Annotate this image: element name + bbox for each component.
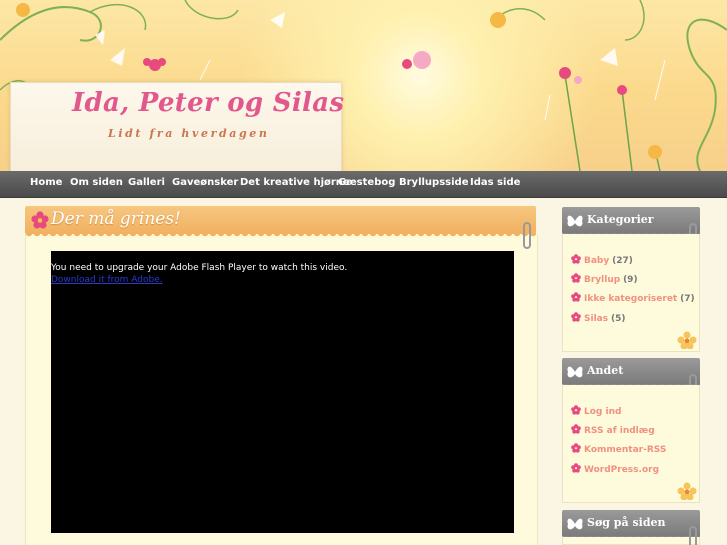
category-link[interactable]: Ikke kategoriseret xyxy=(584,294,677,304)
category-count: (5) xyxy=(610,314,626,324)
nav-item-gaveonsker[interactable]: Gaveønsker xyxy=(172,177,238,188)
flower-bullet-icon xyxy=(571,405,581,415)
flower-bullet-icon xyxy=(571,424,581,434)
daisy-icon xyxy=(677,482,697,500)
flower-bullet-icon xyxy=(571,273,581,283)
site-title[interactable]: Ida, Peter og Silas xyxy=(72,88,344,118)
category-count: (27) xyxy=(612,256,633,266)
site-header: Ida, Peter og Silas Lidt fra hverdagen xyxy=(0,0,727,171)
meta-link-login[interactable]: Log ind xyxy=(584,407,621,417)
download-flash-link[interactable]: Download it from Adobe. xyxy=(51,275,163,285)
meta-link-rss-posts[interactable]: RSS af indlæg xyxy=(584,426,655,436)
nav-item-bryllupsside[interactable]: Bryllupsside xyxy=(399,177,468,188)
nav-item-om-siden[interactable]: Om siden xyxy=(70,177,123,188)
widget-title-search: Søg på siden xyxy=(587,516,666,529)
list-item[interactable]: Log ind xyxy=(571,405,621,419)
meta-link-wordpress[interactable]: WordPress.org xyxy=(584,465,659,475)
list-item[interactable]: WordPress.org xyxy=(571,463,659,477)
category-count: (7) xyxy=(680,294,695,304)
nav-item-idas-side[interactable]: Idas side xyxy=(470,177,520,188)
butterfly-icon xyxy=(567,366,583,378)
flower-icon xyxy=(31,211,49,229)
paperclip-icon xyxy=(689,526,697,545)
nav-item-gaestebog[interactable]: Gæstebog xyxy=(338,177,395,188)
list-item[interactable]: Silas (5) xyxy=(571,312,625,326)
nav-item-det-kreative-hjorne[interactable]: Det kreative hjørne xyxy=(240,177,350,188)
widget-title-categories: Kategorier xyxy=(587,213,654,226)
widget-body-other: Log ind RSS af indlæg Kommentar-RSS Word… xyxy=(562,385,700,503)
flash-video-player[interactable]: You need to upgrade your Adobe Flash Pla… xyxy=(51,251,514,533)
nav-item-galleri[interactable]: Galleri xyxy=(128,177,165,188)
widget-header-other: Andet xyxy=(562,358,700,385)
widget-header-categories: Kategorier xyxy=(562,207,700,234)
flower-bullet-icon xyxy=(571,463,581,473)
list-item[interactable]: Ikke kategoriseret (7) xyxy=(571,292,695,306)
site-tagline: Lidt fra hverdagen xyxy=(108,127,270,140)
category-count: (9) xyxy=(623,275,638,285)
main-navigation: Home Om siden Galleri Gaveønsker Det kre… xyxy=(0,171,727,198)
flower-bullet-icon xyxy=(571,292,581,302)
flower-bullet-icon xyxy=(571,443,581,453)
daisy-icon xyxy=(677,331,697,349)
widget-body-search xyxy=(562,537,700,545)
post-title[interactable]: Der må grines! xyxy=(51,209,181,229)
list-item[interactable]: Bryllup (9) xyxy=(571,273,638,287)
category-link[interactable]: Baby xyxy=(584,256,609,266)
category-link[interactable]: Bryllup xyxy=(584,275,620,285)
category-link[interactable]: Silas xyxy=(584,314,608,324)
meta-link-rss-comments[interactable]: Kommentar-RSS xyxy=(584,445,666,455)
post-header: Der må grines! xyxy=(25,206,536,234)
paperclip-icon xyxy=(523,222,531,249)
post-scallop-edge xyxy=(25,233,536,239)
widget-title-other: Andet xyxy=(587,364,624,377)
flower-bullet-icon xyxy=(571,254,581,264)
widget-body-categories: Baby (27) Bryllup (9) Ikke kategoriseret… xyxy=(562,234,700,352)
list-item[interactable]: Baby (27) xyxy=(571,254,633,268)
widget-header-search: Søg på siden xyxy=(562,510,700,537)
list-item[interactable]: RSS af indlæg xyxy=(571,424,655,438)
flash-upgrade-message: You need to upgrade your Adobe Flash Pla… xyxy=(51,263,348,273)
nav-item-home[interactable]: Home xyxy=(30,177,62,188)
butterfly-icon xyxy=(567,518,583,530)
list-item[interactable]: Kommentar-RSS xyxy=(571,443,666,457)
flower-bullet-icon xyxy=(571,312,581,322)
butterfly-icon xyxy=(567,215,583,227)
